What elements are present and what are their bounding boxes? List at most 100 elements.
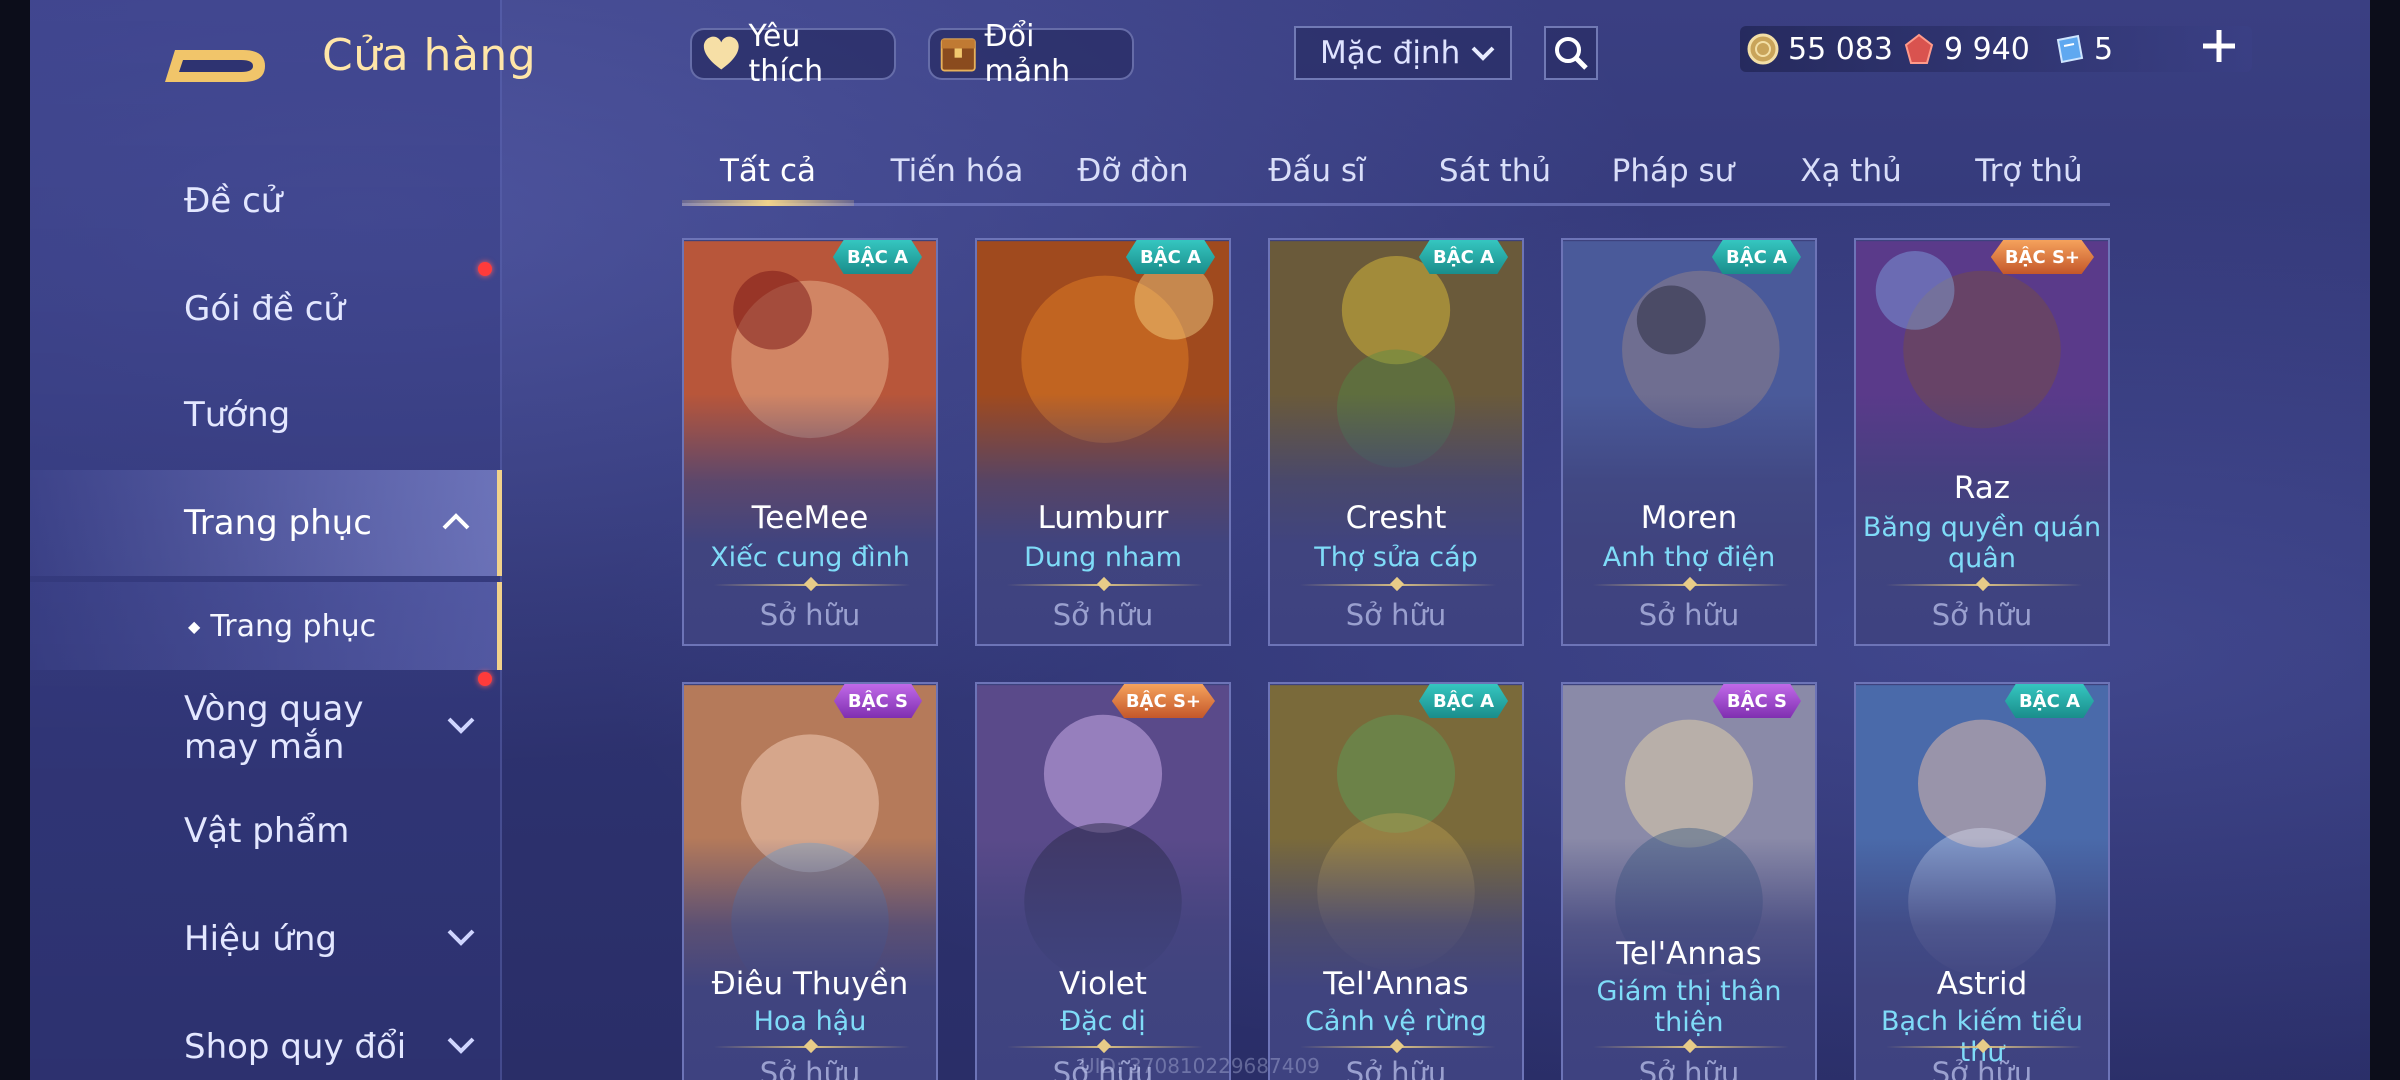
skin-name: Xiếc cung đình [710,542,910,573]
sidebar-item-heroes[interactable]: Tướng [30,362,502,468]
owned-status: Sở hữu [1638,598,1740,632]
tab-tank[interactable]: Đỡ đòn [1048,140,1218,202]
hero-name: TeeMee [751,500,869,536]
card-divider [1007,1046,1203,1048]
card-divider [1593,1046,1789,1048]
back-button[interactable] [155,30,275,90]
skin-card[interactable]: BẬC A Cresht Thợ sửa cáp Sở hữu [1268,238,1524,646]
tab-label: Tiến hóa [890,153,1024,189]
tab-mage[interactable]: Pháp sư [1588,140,1758,202]
search-icon [1555,37,1588,70]
sidebar-item-label: Vòng quay may mắn [184,689,364,767]
favorites-label: Yêu thích [748,19,824,89]
search-button[interactable] [1544,26,1598,80]
sidebar-item-items[interactable]: Vật phẩm [30,778,502,884]
hero-name: Điêu Thuyền [711,966,909,1002]
gold-balance: 55 083 [1746,26,1893,72]
sort-selected-value: Mặc định [1320,35,1461,71]
hero-name: Lumburr [1037,500,1169,536]
voucher-balance: 5 [2052,26,2113,72]
plus-icon [2203,30,2235,62]
user-id-watermark: UID: 370810229687409 [1080,1054,1320,1078]
sidebar-subitem-label: Trang phục [210,608,377,644]
card-divider [1593,584,1789,586]
tab-label: Xạ thủ [1800,153,1902,189]
left-screen-edge [0,0,30,1080]
skin-card[interactable]: BẬC S+ Raz Băng quyền quán quân Sở hữu [1854,238,2110,646]
hero-name: Raz [1953,470,2011,506]
tab-label: Đỡ đòn [1077,153,1189,189]
chevron-down-icon [446,1032,476,1062]
chevron-down-icon [446,924,476,954]
exchange-shards-button[interactable]: Đổi mảnh [928,19,1134,89]
tab-label: Pháp sư [1611,153,1735,189]
sidebar-item-recommended[interactable]: Đề cử [30,148,502,254]
sidebar-item-skins[interactable]: Trang phục [30,470,502,576]
skin-card[interactable]: BẬC S Điêu Thuyền Hoa hậu Sở hữu [682,682,938,1080]
add-currency-button[interactable] [2196,26,2242,72]
skin-name: Dung nham [1024,542,1182,573]
hero-name: Violet [1059,966,1147,1002]
tier-badge: BẬC A [1418,240,1508,274]
owned-status: Sở hữu [1052,598,1154,632]
tab-fighter[interactable]: Đấu sĩ [1232,140,1402,202]
tier-badge: BẬC S [833,684,922,718]
skin-name: Thợ sửa cáp [1314,542,1478,573]
ruby-gem-icon [1904,33,1934,64]
hero-name: Cresht [1345,500,1447,536]
card-divider [1300,1046,1496,1048]
tier-badge: BẬC A [2004,684,2094,718]
skin-card[interactable]: BẬC A TeeMee Xiếc cung đình Sở hữu [682,238,938,646]
sidebar-item-label: Đề cử [184,181,283,221]
sidebar-subitem-skins[interactable]: ◆ Trang phục [30,582,502,670]
skin-name: Hoa hậu [753,1006,867,1037]
tab-marksman[interactable]: Xạ thủ [1766,140,1936,202]
favorites-button[interactable]: Yêu thích [690,19,896,89]
skin-name: Đặc dị [1060,1006,1146,1037]
owned-status: Sở hữu [1345,598,1447,632]
sidebar-item-label: Hiệu ứng [184,919,337,959]
card-divider [1300,584,1496,586]
active-tab-indicator [682,200,854,206]
ruby-balance: 9 940 [1902,26,2030,72]
gold-coin-icon [1747,33,1779,65]
skin-card[interactable]: BẬC S+ Violet Đặc dị Sở hữu [975,682,1231,1080]
shard-chest-icon [940,38,976,72]
sidebar-item-lucky-spin[interactable]: Vòng quay may mắn [30,672,502,782]
sidebar-item-effects[interactable]: Hiệu ứng [30,886,502,992]
tab-support[interactable]: Trợ thủ [1944,140,2114,202]
ruby-amount: 9 940 [1944,31,2030,67]
card-divider [1886,1046,2082,1048]
card-divider [1886,584,2082,586]
tier-badge: BẬC A [1711,240,1801,274]
sidebar-item-label: Vật phẩm [184,811,350,851]
tier-badge: BẬC A [1125,240,1215,274]
notification-dot [478,262,492,276]
skin-card[interactable]: BẬC S Tel'Annas Giám thị thân thiện Sở h… [1561,682,1817,1080]
chevron-down-icon [446,708,476,746]
sidebar-item-recommended-packs[interactable]: Gói đề cử [30,256,502,362]
sidebar-item-label: Trang phục [184,503,372,543]
notification-dot [478,672,492,686]
tab-evolution[interactable]: Tiến hóa [872,140,1042,202]
voucher-icon [2056,34,2084,64]
skin-card[interactable]: BẬC A Moren Anh thợ điện Sở hữu [1561,238,1817,646]
voucher-amount: 5 [2094,31,2114,67]
chevron-up-icon [441,508,471,538]
hero-name: Tel'Annas [1616,936,1762,972]
owned-status: Sở hữu [1931,598,2033,632]
skin-card[interactable]: BẬC A Astrid Bạch kiếm tiểu thư Sở hữu [1854,682,2110,1080]
owned-status: Sở hữu [1638,1056,1740,1080]
tier-badge: BẬC A [1418,684,1508,718]
tier-badge: BẬC S+ [1990,240,2094,274]
card-divider [1007,584,1203,586]
skin-card[interactable]: BẬC A Tel'Annas Cảnh vệ rừng Sở hữu [1268,682,1524,1080]
tab-all[interactable]: Tất cả [682,140,854,206]
tab-assassin[interactable]: Sát thủ [1410,140,1580,202]
right-screen-edge [2370,0,2400,1080]
skin-card[interactable]: BẬC A Lumburr Dung nham Sở hữu [975,238,1231,646]
sort-dropdown[interactable]: Mặc định [1294,26,1512,80]
hero-name: Astrid [1936,966,2028,1002]
skin-name: Anh thợ điện [1602,542,1776,573]
sidebar-item-exchange-shop[interactable]: Shop quy đổi [30,994,502,1080]
